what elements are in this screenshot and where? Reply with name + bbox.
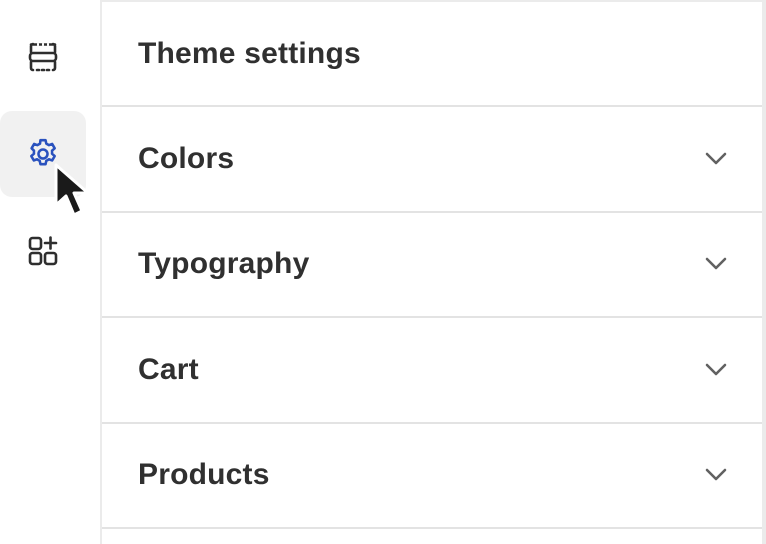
- sidebar-item-apps[interactable]: [0, 208, 86, 294]
- gear-icon: [25, 136, 61, 172]
- theme-settings-panel: Theme settings Colors Typography Cart Pr…: [102, 2, 762, 544]
- section-colors[interactable]: Colors: [102, 107, 762, 213]
- panel-right-border: [762, 0, 766, 544]
- section-label: Products: [138, 458, 270, 492]
- sidebar-item-theme-settings[interactable]: [0, 111, 86, 197]
- chevron-down-icon: [704, 463, 728, 487]
- chevron-down-icon: [704, 147, 728, 171]
- chevron-down-icon: [704, 358, 728, 382]
- sidebar-rail: [0, 0, 100, 544]
- section-cart[interactable]: Cart: [102, 318, 762, 424]
- section-typography[interactable]: Typography: [102, 213, 762, 318]
- section-products[interactable]: Products: [102, 424, 762, 529]
- section-label: Cart: [138, 352, 199, 386]
- panel-title: Theme settings: [102, 2, 762, 107]
- sections-icon: [26, 40, 60, 74]
- app-blocks-icon: [26, 234, 60, 268]
- chevron-down-icon: [704, 252, 728, 276]
- section-label: Typography: [138, 247, 310, 281]
- sidebar-item-sections[interactable]: [0, 14, 86, 100]
- section-label: Colors: [138, 141, 235, 175]
